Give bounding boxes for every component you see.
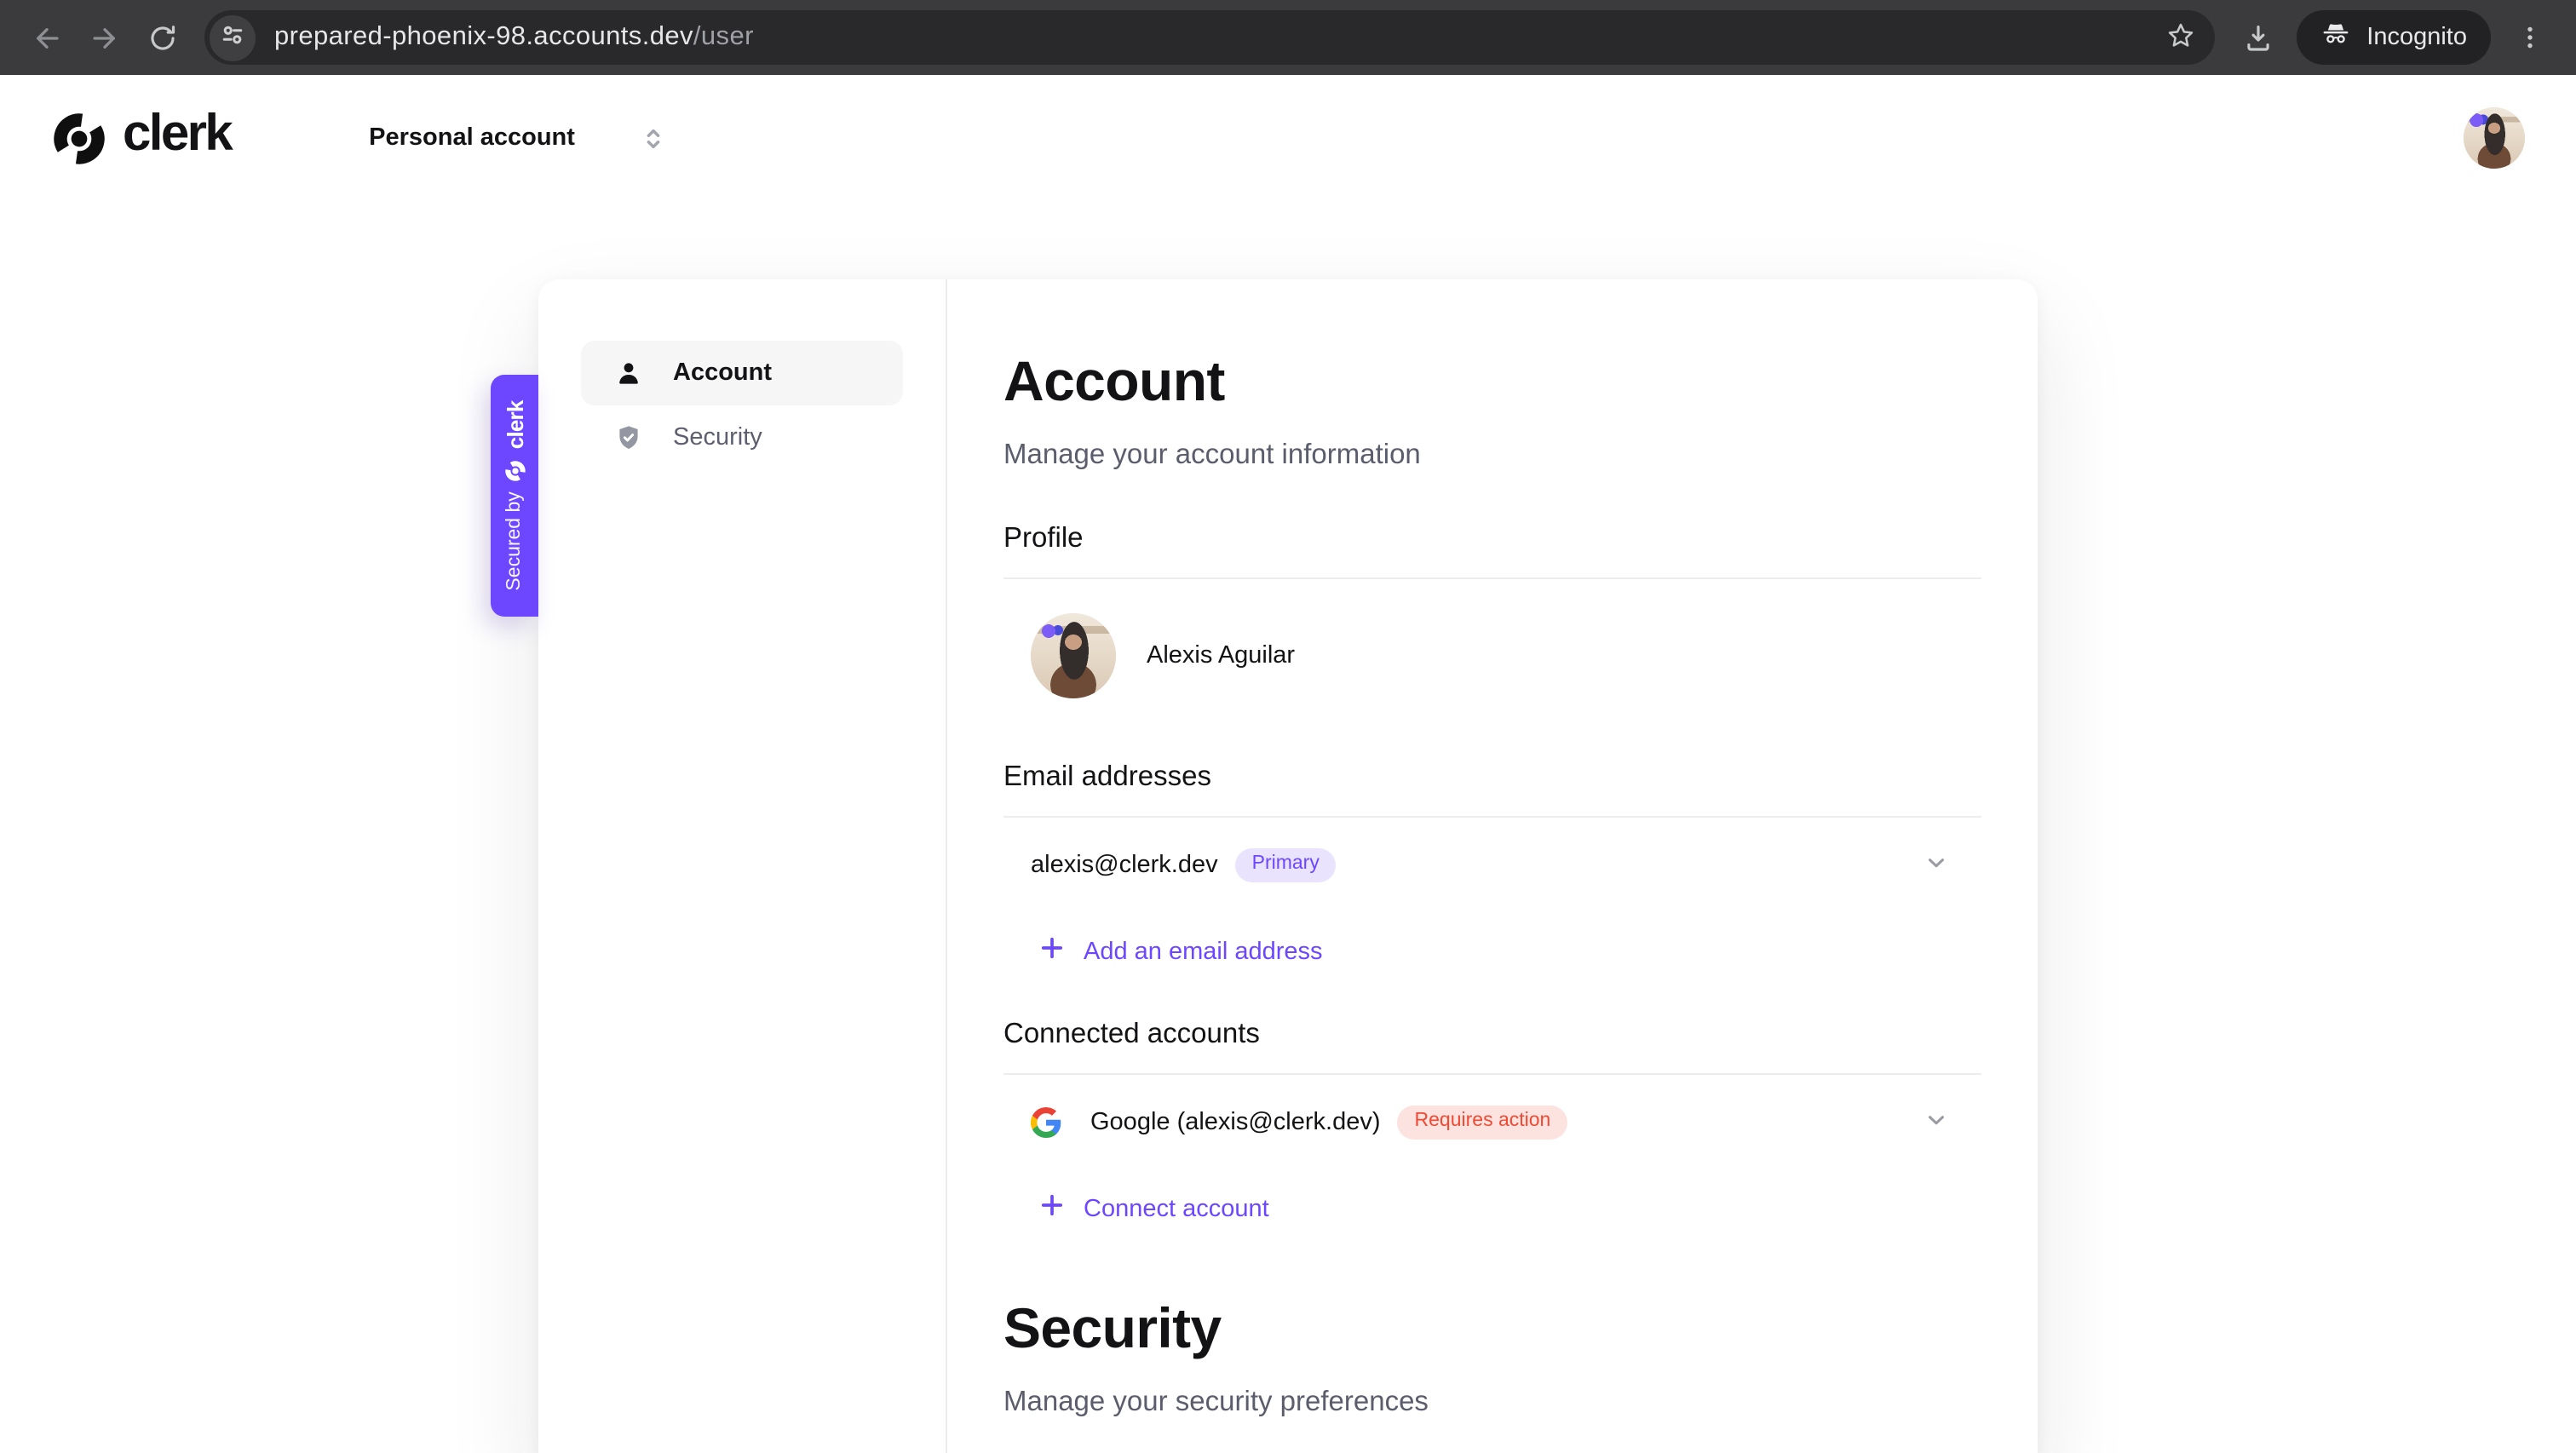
- plus-icon: [1041, 937, 1063, 966]
- profile-avatar: [1031, 613, 1116, 698]
- sidebar-item-security[interactable]: Security: [581, 405, 903, 470]
- workspace-label: Personal account: [369, 124, 575, 152]
- browser-menu-button[interactable]: [2501, 9, 2559, 66]
- user-menu-button[interactable]: [2464, 107, 2525, 169]
- profile-content: Account Manage your account information …: [947, 279, 2038, 1453]
- reload-icon: [146, 21, 178, 54]
- email-row[interactable]: alexis@clerk.dev Primary: [1003, 828, 1981, 903]
- browser-window: prepared-phoenix-98.accounts.dev/user: [0, 0, 2576, 1453]
- accounts-page: clerk Personal account Secured by: [0, 75, 2576, 1453]
- incognito-label: Incognito: [2366, 24, 2467, 51]
- plus-icon: [1041, 1194, 1063, 1223]
- url-text: prepared-phoenix-98.accounts.dev/user: [274, 22, 754, 53]
- clerk-wordmark: clerk: [123, 106, 231, 164]
- add-email-label: Add an email address: [1084, 938, 1323, 965]
- site-settings-button[interactable]: [210, 14, 256, 60]
- url-path: /user: [693, 22, 754, 51]
- secured-by-clerk-ribbon-content: Secured by clerk: [491, 375, 538, 617]
- account-subtitle: Manage your account information: [1003, 436, 1981, 474]
- account-title: Account: [1003, 347, 1981, 416]
- connect-account-button[interactable]: Connect account: [1003, 1194, 1269, 1223]
- profile-name: Alexis Aguilar: [1147, 642, 1295, 669]
- sidebar-item-label: Security: [673, 424, 762, 451]
- incognito-badge: Incognito: [2297, 10, 2491, 65]
- connected-account-name: Google (alexis@clerk.dev): [1090, 1109, 1381, 1136]
- connected-account-content: Google (alexis@clerk.dev) Requires actio…: [1031, 1106, 1567, 1140]
- bookmark-star-icon: [2165, 20, 2196, 55]
- chevron-down-icon: [1923, 1107, 1948, 1138]
- select-updown-icon: [641, 125, 667, 151]
- reload-button[interactable]: [133, 9, 191, 66]
- profile-avatar-photo: [1031, 613, 1116, 698]
- workspace-switcher[interactable]: Personal account: [284, 106, 667, 170]
- account-person-icon: [615, 359, 642, 387]
- sidebar-item-account[interactable]: Account: [581, 341, 903, 405]
- workspace-avatar: [284, 106, 348, 170]
- connected-accounts-section: Connected accounts: [1003, 1017, 1981, 1223]
- security-section: Security Manage your security preference…: [1003, 1295, 1981, 1421]
- connected-account-row[interactable]: Google (alexis@clerk.dev) Requires actio…: [1003, 1085, 1981, 1160]
- menu-dots-icon: [2515, 22, 2545, 53]
- incognito-icon: [2320, 19, 2351, 56]
- profile-sidebar: Account Security: [538, 279, 947, 1453]
- download-button[interactable]: [2228, 9, 2286, 66]
- download-icon: [2241, 21, 2274, 54]
- requires-action-badge: Requires action: [1398, 1106, 1568, 1140]
- connect-account-label: Connect account: [1084, 1195, 1269, 1222]
- email-address: alexis@clerk.dev: [1031, 852, 1218, 879]
- browser-toolbar: prepared-phoenix-98.accounts.dev/user: [0, 0, 2576, 75]
- security-subtitle: Manage your security preferences: [1003, 1383, 1981, 1421]
- clerk-brand: clerk: [51, 110, 231, 166]
- url-bar[interactable]: prepared-phoenix-98.accounts.dev/user: [204, 10, 2215, 65]
- profile-row[interactable]: Alexis Aguilar: [1003, 579, 1981, 709]
- url-host: prepared-phoenix-98.accounts.dev: [274, 22, 693, 51]
- google-g-icon: [1031, 1107, 1061, 1138]
- email-row-content: alexis@clerk.dev Primary: [1031, 849, 1337, 882]
- secured-by-clerk-ribbon[interactable]: Secured by clerk: [491, 375, 538, 617]
- profile-section: Profile Alexis Aguilar: [1003, 521, 1981, 709]
- app-header: clerk Personal account: [0, 75, 2576, 201]
- ribbon-brand-label: clerk: [502, 400, 527, 449]
- back-button[interactable]: [17, 9, 75, 66]
- user-profile-card: Secured by clerk: [538, 279, 2038, 1453]
- connected-accounts-heading: Connected accounts: [1003, 1017, 1981, 1075]
- user-avatar: [2464, 107, 2525, 169]
- forward-button[interactable]: [75, 9, 133, 66]
- security-shield-icon: [615, 424, 642, 451]
- primary-badge: Primary: [1235, 849, 1337, 882]
- ribbon-secured-by-label: Secured by: [504, 491, 525, 590]
- site-settings-icon: [220, 22, 245, 53]
- chevron-down-icon: [1923, 850, 1948, 881]
- profile-heading: Profile: [1003, 521, 1981, 579]
- add-email-button[interactable]: Add an email address: [1003, 937, 1323, 966]
- clerk-logo-icon: [503, 459, 526, 481]
- back-icon: [30, 21, 62, 54]
- security-title: Security: [1003, 1295, 1981, 1363]
- clerk-logo-icon: [51, 110, 107, 166]
- email-expand-button[interactable]: [1913, 843, 1958, 887]
- email-addresses-heading: Email addresses: [1003, 760, 1981, 818]
- email-addresses-section: Email addresses alexis@clerk.dev Primary: [1003, 760, 1981, 966]
- sidebar-item-label: Account: [673, 359, 772, 387]
- bookmark-star-button[interactable]: [2157, 14, 2205, 61]
- connected-account-expand-button[interactable]: [1913, 1100, 1958, 1145]
- forward-icon: [88, 21, 120, 54]
